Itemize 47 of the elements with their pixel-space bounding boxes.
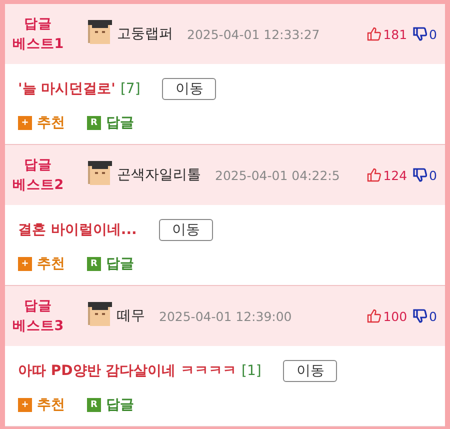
author-name[interactable]: 떼무 — [117, 307, 145, 325]
reply-count: [7] — [120, 81, 140, 97]
comment-text[interactable]: '늘 마시던걸로' — [18, 80, 116, 98]
avatar-icon — [87, 18, 113, 46]
rank-number: 베스트2 — [12, 176, 64, 195]
comment-date: 2025-04-01 12:33:27 — [187, 26, 320, 42]
thumbs-down-icon[interactable] — [413, 168, 428, 182]
rank-number: 베스트1 — [12, 35, 64, 54]
reply-link[interactable]: 답글 — [106, 114, 134, 132]
thumbs-down-icon[interactable] — [413, 309, 428, 323]
dislike-count: 0 — [429, 308, 437, 324]
recommend-link[interactable]: 추천 — [37, 255, 65, 273]
thumbs-up-icon[interactable] — [367, 168, 382, 182]
reply-count: [1] — [242, 363, 262, 379]
recommend-link[interactable]: 추천 — [37, 114, 65, 132]
thumbs-up-icon[interactable] — [367, 27, 382, 41]
thumbs-down-icon[interactable] — [413, 27, 428, 41]
dislike-count: 0 — [429, 26, 437, 42]
reply-icon[interactable]: R — [87, 398, 101, 412]
recommend-link[interactable]: 추천 — [37, 396, 65, 414]
like-count: 181 — [383, 26, 408, 42]
rank-label: 답글 — [24, 156, 52, 175]
reply-link[interactable]: 답글 — [106, 396, 134, 414]
rank-number: 베스트3 — [12, 317, 64, 336]
thumbs-up-icon[interactable] — [367, 309, 382, 323]
like-count: 100 — [383, 308, 408, 324]
comment-date: 2025-04-01 04:22:5 — [215, 168, 340, 182]
rank-label: 답글 — [24, 297, 52, 316]
avatar-icon — [87, 300, 113, 328]
reply-icon[interactable]: R — [87, 257, 101, 271]
move-button[interactable]: 이동 — [162, 78, 216, 100]
reply-icon[interactable]: R — [87, 116, 101, 130]
plus-icon[interactable]: + — [18, 257, 32, 271]
comment-text[interactable]: 아따 PD양반 감다살이네 ㅋㅋㅋㅋ — [18, 362, 237, 380]
dislike-count: 0 — [429, 168, 437, 182]
avatar-icon — [87, 159, 113, 187]
author-name[interactable]: 곤색자일리톨 — [117, 166, 201, 184]
plus-icon[interactable]: + — [18, 398, 32, 412]
like-count: 124 — [383, 168, 408, 182]
reply-link[interactable]: 답글 — [106, 255, 134, 273]
comment-date: 2025-04-01 12:39:00 — [159, 308, 292, 324]
comment-text[interactable]: 결혼 바이럴이네... — [18, 221, 137, 239]
move-button[interactable]: 이동 — [158, 219, 213, 241]
move-button[interactable]: 이동 — [283, 360, 338, 382]
rank-label: 답글 — [24, 15, 52, 34]
author-name[interactable]: 고둥랩퍼 — [117, 25, 173, 43]
plus-icon[interactable]: + — [18, 116, 32, 130]
